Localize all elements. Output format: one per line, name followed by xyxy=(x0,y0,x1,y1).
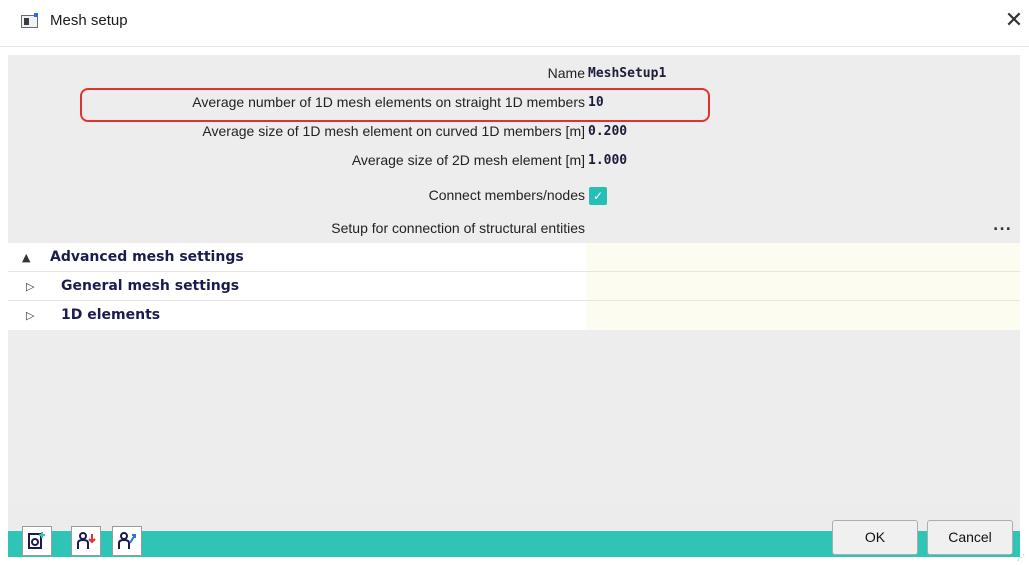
new-document-icon[interactable] xyxy=(22,526,52,556)
window-title: Mesh setup xyxy=(50,12,128,29)
property-label: Connect members/nodes xyxy=(428,187,585,203)
property-row-name: Name MeshSetup1 xyxy=(8,59,1020,88)
property-label: Setup for connection of structural entit… xyxy=(331,220,585,236)
collapse-arrow-icon[interactable]: ▲ xyxy=(22,243,30,272)
property-label: Name xyxy=(547,65,585,81)
section-1d-elements[interactable]: ▷ 1D elements xyxy=(8,301,1020,330)
property-grid: Name MeshSetup1 Average number of 1D mes… xyxy=(8,55,1020,505)
property-row-connect: Connect members/nodes ✓ xyxy=(8,181,1020,210)
section-advanced-mesh-settings[interactable]: ▲ Advanced mesh settings xyxy=(8,243,1020,272)
property-row-2d-size: Average size of 2D mesh element [m] 1.00… xyxy=(8,146,1020,175)
expand-arrow-icon[interactable]: ▷ xyxy=(26,301,34,330)
export-user-icon[interactable] xyxy=(112,526,142,556)
title-bar: Mesh setup ✕ xyxy=(0,0,1029,47)
app-window-icon xyxy=(21,13,38,28)
highlight-annotation xyxy=(80,88,710,122)
resize-grip-icon[interactable]: ⋰ xyxy=(1017,553,1027,563)
section-title: Advanced mesh settings xyxy=(50,249,244,265)
section-title: General mesh settings xyxy=(61,278,240,294)
2d-size-value[interactable]: 1.000 xyxy=(588,146,627,175)
ellipsis-button[interactable]: ... xyxy=(993,214,1012,243)
close-icon[interactable]: ✕ xyxy=(1001,8,1027,34)
connect-members-checkbox[interactable]: ✓ xyxy=(589,187,607,205)
name-value[interactable]: MeshSetup1 xyxy=(588,59,666,88)
import-user-icon[interactable] xyxy=(71,526,101,556)
ok-button[interactable]: OK xyxy=(832,520,918,555)
expand-arrow-icon[interactable]: ▷ xyxy=(26,272,34,301)
section-general-mesh-settings[interactable]: ▷ General mesh settings xyxy=(8,272,1020,301)
property-label: Average size of 2D mesh element [m] xyxy=(351,152,585,168)
cancel-button[interactable]: Cancel xyxy=(927,520,1013,555)
section-title: 1D elements xyxy=(61,307,161,323)
property-row-connection-setup: Setup for connection of structural entit… xyxy=(8,214,1020,243)
